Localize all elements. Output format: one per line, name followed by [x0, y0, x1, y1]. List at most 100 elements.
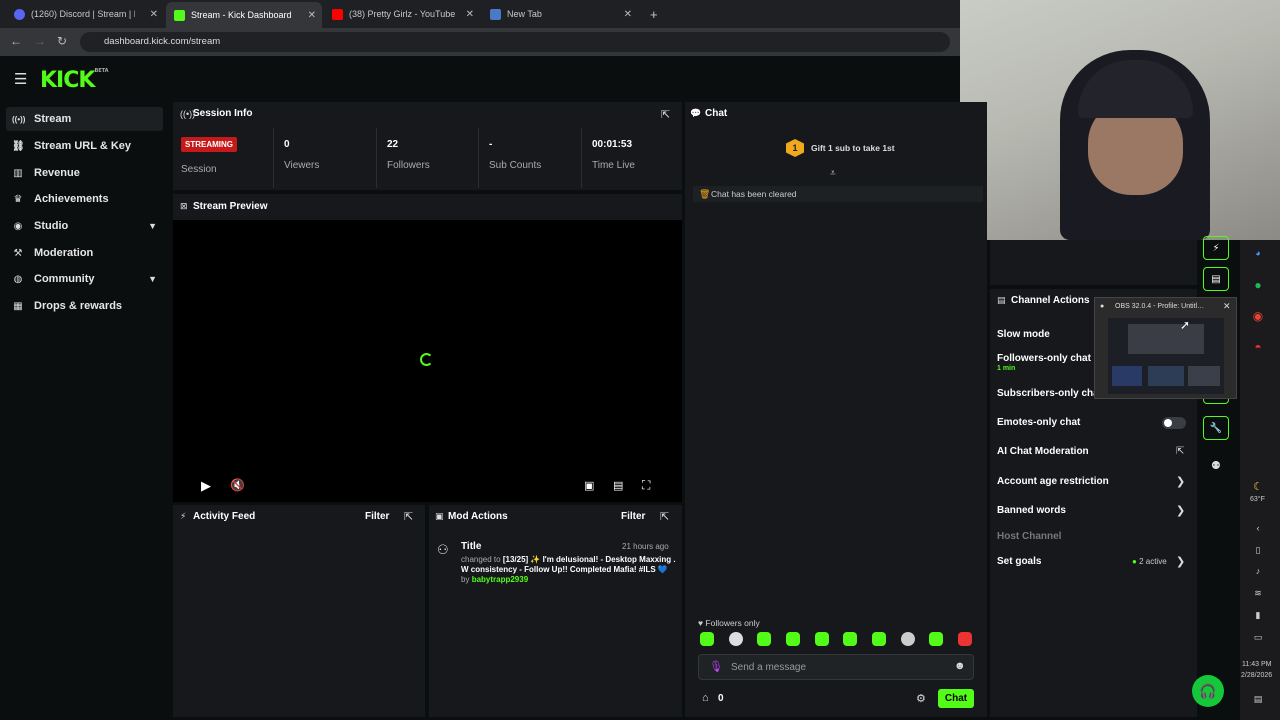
emote-icon[interactable]: [815, 632, 829, 646]
wifi-icon[interactable]: ≋: [1250, 588, 1266, 604]
gift-text[interactable]: Gift 1 sub to take 1st: [811, 143, 895, 153]
mod-entry-user[interactable]: babytrapp2939: [472, 575, 528, 584]
popout-icon[interactable]: ⇱: [404, 510, 413, 523]
chevron-right-icon[interactable]: ❯: [1176, 475, 1185, 488]
obs-taskbar-preview[interactable]: ● OBS 32.0.4 - Profile: Untitl… ✕: [1094, 297, 1237, 399]
webcam-overlay: [960, 0, 1280, 240]
sidebar-item-achievements[interactable]: ♛ Achievements: [6, 187, 163, 211]
rail-lightning-button[interactable]: ⚡: [1203, 236, 1229, 260]
thumbnail-panel: [1148, 366, 1184, 386]
tab-title: (1260) Discord | Stream | B…: [31, 9, 135, 19]
external-link-icon[interactable]: ⇱: [1176, 446, 1184, 457]
chevron-down-icon[interactable]: ▼: [148, 221, 157, 231]
clock-time[interactable]: 11:43 PM: [1242, 661, 1271, 668]
emote-icon[interactable]: [843, 632, 857, 646]
emote-icon[interactable]: [958, 632, 972, 646]
url-field[interactable]: dashboard.kick.com/stream: [80, 32, 950, 52]
tab-youtube[interactable]: (38) Pretty Girlz - YouTube ✕: [324, 4, 480, 24]
chat-send-button[interactable]: Chat: [938, 689, 974, 708]
forward-icon[interactable]: →: [34, 34, 46, 48]
discord-icon: [14, 8, 25, 20]
subscribers-only-label[interactable]: Subscribers-only chat: [997, 388, 1102, 399]
menu-icon[interactable]: ☰: [14, 70, 27, 88]
new-tab-button[interactable]: +: [642, 4, 662, 24]
mute-icon[interactable]: 🔇: [230, 478, 245, 492]
sidebar-item-drops-rewards[interactable]: ▦ Drops & rewards: [6, 294, 163, 318]
close-icon[interactable]: ✕: [1223, 301, 1231, 312]
banned-words-label[interactable]: Banned words: [997, 505, 1066, 516]
close-icon[interactable]: ✕: [466, 9, 474, 20]
microphone-icon[interactable]: ▮: [1250, 610, 1266, 626]
sidebar-item-label: Drops & rewards: [34, 300, 123, 312]
users-icon[interactable]: ⚉: [1211, 459, 1221, 472]
pip-icon[interactable]: ▣: [584, 479, 594, 492]
spotify-icon[interactable]: ●: [1250, 278, 1266, 294]
gear-icon[interactable]: ⚙: [916, 692, 926, 705]
chat-input[interactable]: 🎙 Send a message ☻: [698, 654, 974, 680]
ai-moderation-label[interactable]: AI Chat Moderation: [997, 446, 1089, 457]
chevron-left-icon[interactable]: ‹: [1250, 523, 1266, 539]
followers-only-label[interactable]: Followers-only chat: [997, 353, 1091, 364]
theater-icon[interactable]: ▤: [613, 479, 623, 492]
sidebar-item-studio[interactable]: ◉ Studio ▼: [6, 214, 163, 238]
weather-icon[interactable]: ☾: [1250, 480, 1266, 496]
popout-icon[interactable]: ⇱: [660, 510, 669, 523]
chevron-down-icon[interactable]: ▼: [148, 274, 157, 284]
chevron-right-icon[interactable]: ❯: [1176, 555, 1185, 568]
close-icon[interactable]: ✕: [624, 9, 632, 20]
emote-icon[interactable]: [929, 632, 943, 646]
address-bar: ← → ↻ dashboard.kick.com/stream: [0, 28, 960, 56]
rail-notes-button[interactable]: ▤: [1203, 267, 1229, 291]
keyboard-icon[interactable]: ▭: [1250, 632, 1266, 648]
emote-icon[interactable]: [872, 632, 886, 646]
sidebar-item-moderation[interactable]: ⚒ Moderation: [6, 241, 163, 265]
youtube-icon: [332, 8, 343, 20]
emote-icon[interactable]: [700, 632, 714, 646]
tab-new[interactable]: New Tab ✕: [482, 4, 638, 24]
close-icon[interactable]: ✕: [308, 10, 316, 21]
play-icon[interactable]: ▶: [201, 478, 211, 494]
battery-icon[interactable]: ▯: [1250, 545, 1266, 561]
reload-icon[interactable]: ↻: [57, 34, 67, 48]
slow-mode-label[interactable]: Slow mode: [997, 329, 1050, 340]
close-icon[interactable]: ✕: [150, 9, 158, 20]
tab-title: New Tab: [507, 9, 542, 19]
back-icon[interactable]: ←: [10, 34, 22, 48]
age-restriction-label[interactable]: Account age restriction: [997, 476, 1109, 487]
emoji-icon[interactable]: ☻: [954, 660, 966, 672]
popout-icon[interactable]: ⇱: [661, 108, 670, 121]
sidebar-item-stream-url-key[interactable]: ⛓ Stream URL & Key: [6, 134, 163, 158]
set-goals-label[interactable]: Set goals: [997, 556, 1041, 567]
emote-icon[interactable]: [786, 632, 800, 646]
filter-button[interactable]: Filter: [365, 511, 389, 522]
filter-button[interactable]: Filter: [621, 511, 645, 522]
obs-taskbar-icon[interactable]: ◓: [1250, 340, 1266, 356]
pinned-icon[interactable]: ⩡: [830, 168, 836, 179]
emote-icon[interactable]: [901, 632, 915, 646]
user-edit-icon: ⚇: [437, 542, 449, 557]
rail-wrench-button[interactable]: 🔧: [1203, 416, 1229, 440]
help-headset-button[interactable]: 🎧: [1192, 675, 1224, 707]
chevron-right-icon[interactable]: ❯: [1176, 504, 1185, 517]
emote-icon[interactable]: [729, 632, 743, 646]
tab-discord[interactable]: (1260) Discord | Stream | B… ✕: [6, 4, 164, 24]
tab-kick-dashboard[interactable]: Stream - Kick Dashboard ✕: [166, 2, 322, 28]
emotes-only-label[interactable]: Emotes-only chat: [997, 417, 1080, 428]
chrome-icon[interactable]: ◉: [1250, 309, 1266, 325]
host-channel-label[interactable]: Host Channel: [997, 531, 1061, 542]
emote-icon[interactable]: [757, 632, 771, 646]
sidebar-item-community[interactable]: ◍ Community ▼: [6, 267, 163, 291]
clock-date[interactable]: 2/28/2026: [1241, 672, 1272, 679]
emotes-only-toggle[interactable]: [1162, 417, 1186, 429]
fullscreen-icon[interactable]: ⛶: [642, 478, 650, 493]
obs-window-title: OBS 32.0.4 - Profile: Untitl…: [1115, 303, 1205, 310]
thumbnail-preview: [1128, 324, 1204, 354]
mic-icon[interactable]: 🎙: [709, 660, 723, 673]
edge-icon[interactable]: ◕: [1250, 248, 1266, 264]
volume-icon[interactable]: ♪: [1250, 566, 1266, 582]
kick-logo[interactable]: KICKBETA: [40, 68, 109, 93]
store-icon[interactable]: ⌂: [702, 692, 709, 704]
sidebar-item-revenue[interactable]: ▥ Revenue: [6, 161, 163, 185]
sidebar-item-stream[interactable]: ((•)) Stream: [6, 107, 163, 131]
notifications-icon[interactable]: ▤: [1250, 694, 1266, 710]
